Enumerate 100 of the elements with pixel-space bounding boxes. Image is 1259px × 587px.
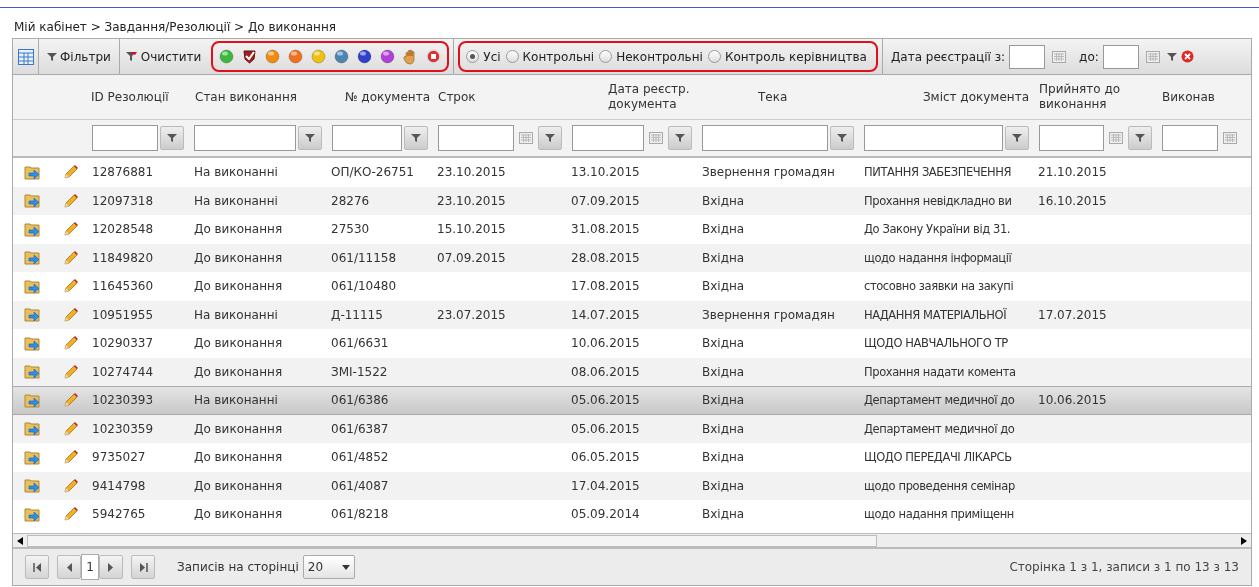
folder-arrow-icon[interactable] — [24, 306, 42, 324]
radio-button[interactable] — [466, 50, 480, 63]
table-row[interactable]: 12097318 На виконанні 28276 23.10.2015 07.09.2015 Вхідна Прохання невідкладно ви 16.10.2015 — [13, 186, 1251, 215]
table-cell: На виконанні — [194, 193, 278, 208]
filter-field[interactable] — [864, 125, 1003, 151]
table-row[interactable]: 9414798 До виконання 061/4087 17.04.2015 Вхідна щодо проведення семінар — [13, 471, 1251, 500]
status-ball-icon[interactable] — [334, 49, 350, 64]
folder-arrow-icon[interactable] — [24, 220, 42, 238]
date-from-field[interactable] — [1009, 44, 1046, 69]
radio-button[interactable] — [599, 50, 613, 63]
filter-field[interactable] — [1162, 125, 1218, 151]
radio-button[interactable] — [505, 50, 519, 63]
scroll-left-icon[interactable] — [17, 536, 23, 545]
pencil-icon[interactable] — [62, 335, 79, 352]
check-shield-icon[interactable] — [242, 49, 258, 64]
column-header[interactable]: Стан виконання — [190, 89, 328, 105]
page-size-dropdown[interactable]: 20 — [302, 555, 355, 579]
page-number-field[interactable]: 1 — [81, 554, 99, 580]
filter-button[interactable] — [298, 126, 322, 150]
folder-arrow-icon[interactable] — [24, 334, 42, 352]
pencil-icon[interactable] — [62, 249, 79, 266]
clear-filters-button[interactable]: Очистити — [119, 39, 208, 74]
next-page-button[interactable] — [99, 555, 123, 579]
filter-field[interactable] — [92, 125, 158, 151]
filter-button[interactable] — [538, 126, 562, 150]
radio-button[interactable] — [707, 50, 721, 63]
table-row[interactable]: 10274744 До виконання ЗМІ-1522 08.06.2015 Вхідна Прохання надати комента — [13, 357, 1251, 386]
pencil-icon[interactable] — [62, 278, 79, 295]
table-cell: 28.08.2015 — [571, 250, 640, 265]
table-row[interactable]: 10230393 На виконанні 061/6386 05.06.2015 Вхідна Департамент медичної до 10.06.2015 — [13, 386, 1251, 415]
filter-button[interactable] — [830, 126, 854, 150]
pencil-icon[interactable] — [62, 477, 79, 494]
table-cell: 27530 — [331, 222, 370, 237]
table-row[interactable]: 10951955 На виконанні Д-11115 23.07.2015 14.07.2015 Звернення громадян НАДАННЯ МАТЕРІАЛЬНОЇ 17.07.2015 — [13, 300, 1251, 329]
first-page-button[interactable] — [25, 555, 49, 579]
stop-icon[interactable] — [426, 49, 442, 64]
column-header[interactable]: Виконав — [1158, 89, 1251, 105]
pencil-icon[interactable] — [62, 363, 79, 380]
table-cell: 10.06.2015 — [571, 336, 640, 351]
column-header[interactable]: ID Резолюції — [88, 89, 190, 105]
pencil-icon[interactable] — [62, 449, 79, 466]
scroll-right-icon[interactable] — [1241, 536, 1247, 545]
filter-button[interactable] — [160, 126, 184, 150]
filter-field[interactable] — [1039, 125, 1104, 151]
folder-arrow-icon[interactable] — [24, 505, 42, 523]
table-columns-icon[interactable] — [17, 48, 34, 65]
folder-arrow-icon[interactable] — [24, 277, 42, 295]
pencil-icon[interactable] — [62, 506, 79, 523]
calendar-icon[interactable] — [1220, 132, 1240, 144]
table-cell: 11849820 — [92, 250, 154, 265]
filter-button[interactable] — [668, 126, 692, 150]
filter-field[interactable] — [332, 125, 402, 151]
pencil-icon[interactable] — [62, 164, 79, 181]
filter-field[interactable] — [438, 125, 514, 151]
date-to-field[interactable] — [1102, 44, 1139, 69]
folder-arrow-icon[interactable] — [24, 363, 42, 381]
filter-button[interactable] — [1128, 126, 1152, 150]
pencil-icon[interactable] — [62, 192, 79, 209]
pencil-icon[interactable] — [62, 306, 79, 323]
folder-arrow-icon[interactable] — [24, 391, 42, 409]
table-cell: 21.10.2015 — [1038, 165, 1107, 180]
table-cell: 05.06.2015 — [571, 393, 640, 408]
table-cell: 07.09.2015 — [571, 193, 640, 208]
status-ball-icon[interactable] — [380, 49, 396, 64]
filters-button[interactable]: Фільтри — [39, 39, 120, 74]
table-cell: 11645360 — [92, 279, 154, 294]
radio-label: Усі — [483, 48, 501, 66]
pencil-icon[interactable] — [62, 221, 79, 238]
filter-icon — [837, 133, 847, 143]
table-cell: 05.06.2015 — [571, 421, 640, 436]
column-header[interactable]: Тека — [698, 89, 860, 105]
filter-field[interactable] — [702, 125, 828, 151]
table-cell: Вхідна — [702, 421, 745, 436]
close-icon[interactable] — [1180, 50, 1194, 63]
folder-arrow-icon[interactable] — [24, 477, 42, 495]
pencil-icon[interactable] — [62, 392, 79, 409]
folder-arrow-icon[interactable] — [24, 192, 42, 210]
folder-arrow-icon[interactable] — [24, 163, 42, 181]
filter-field[interactable] — [572, 125, 644, 151]
column-header[interactable]: Прийнято до виконання — [1035, 82, 1135, 112]
filter-button[interactable] — [404, 126, 428, 150]
table-cell: 9735027 — [92, 450, 146, 465]
radio-label: Неконтрольні — [616, 48, 703, 66]
folder-arrow-icon[interactable] — [24, 448, 42, 466]
column-header[interactable]: Зміст документа — [860, 89, 1035, 105]
column-header[interactable]: № документа — [328, 89, 434, 105]
filter-button[interactable] — [1005, 126, 1029, 150]
filter-field[interactable] — [194, 125, 296, 151]
last-page-button[interactable] — [131, 555, 155, 579]
status-ball-icon[interactable] — [288, 49, 304, 64]
folder-arrow-icon[interactable] — [24, 249, 42, 267]
table-cell: 31.08.2015 — [571, 222, 640, 237]
table-cell: Вхідна — [702, 193, 745, 208]
status-ball-icon[interactable] — [357, 49, 373, 64]
table-row[interactable]: 11849820 До виконання 061/11158 07.09.2015 28.08.2015 Вхідна щодо надання інформації — [13, 243, 1251, 272]
previous-page-button[interactable] — [57, 555, 81, 579]
scrollbar-thumb[interactable] — [27, 534, 877, 547]
folder-arrow-icon[interactable] — [24, 420, 42, 438]
table-row[interactable]: 10230359 До виконання 061/6387 05.06.2015 Вхідна Департамент медичної до — [13, 414, 1251, 443]
pencil-icon[interactable] — [62, 420, 79, 437]
